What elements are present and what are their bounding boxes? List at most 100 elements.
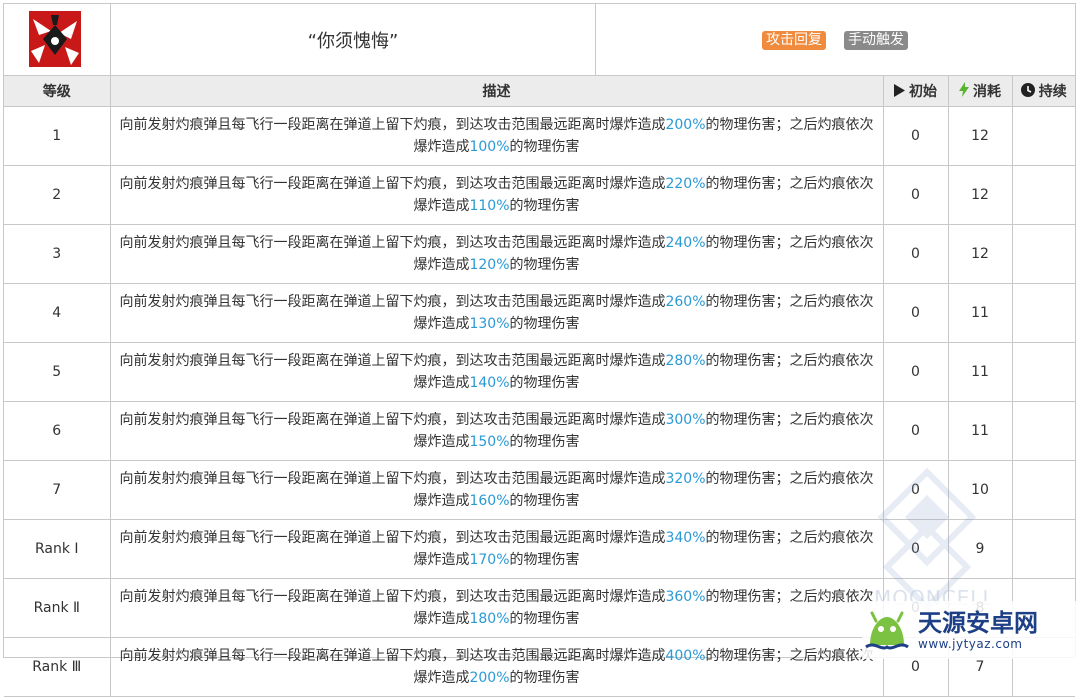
description-text: 向前发射灼痕弹且每飞行一段距离在弹道上留下灼痕，到达攻击范围最远距离时爆炸造成	[119, 471, 666, 487]
table-row: 2 向前发射灼痕弹且每飞行一段距离在弹道上留下灼痕，到达攻击范围最远距离时爆炸造成…	[4, 165, 1075, 225]
tag-attack-recovery: 攻击回复	[762, 31, 826, 50]
description-text: 的物理伤害	[509, 316, 580, 332]
header-description: 描述	[109, 76, 884, 107]
description-text: 的物理伤害	[509, 198, 580, 214]
initial-cell: 0	[882, 519, 949, 579]
table-row: 1 向前发射灼痕弹且每飞行一段距离在弹道上留下灼痕，到达攻击范围最远距离时爆炸造成…	[4, 106, 1075, 166]
description-text: 向前发射灼痕弹且每飞行一段距离在弹道上留下灼痕，到达攻击范围最远距离时爆炸造成	[119, 294, 666, 310]
brand-text: 天源安卓网 www.jytyaz.com	[918, 609, 1038, 651]
description-cell: 向前发射灼痕弹且每飞行一段距离在弹道上留下灼痕，到达攻击范围最远距离时爆炸造成3…	[109, 519, 884, 579]
followup-damage-percent: 100%	[469, 139, 510, 155]
followup-damage-percent: 180%	[469, 611, 510, 627]
initial-cell: 0	[882, 165, 949, 225]
description-text: 的物理伤害	[509, 434, 580, 450]
header-duration: 持续	[1011, 76, 1075, 107]
level-cell: Rank Ⅱ	[4, 578, 111, 638]
table-row: 3 向前发射灼痕弹且每飞行一段距离在弹道上留下灼痕，到达攻击范围最远距离时爆炸造成…	[4, 224, 1075, 284]
description-text: 的物理伤害	[509, 670, 580, 686]
duration-cell	[1011, 460, 1075, 520]
description-cell: 向前发射灼痕弹且每飞行一段距离在弹道上留下灼痕，到达攻击范围最远距离时爆炸造成4…	[109, 637, 884, 697]
description-cell: 向前发射灼痕弹且每飞行一段距离在弹道上留下灼痕，到达攻击范围最远距离时爆炸造成2…	[109, 106, 884, 166]
header-cost-label: 消耗	[973, 84, 1001, 100]
initial-cell: 0	[882, 460, 949, 520]
followup-damage-percent: 140%	[469, 375, 510, 391]
cost-cell: 10	[947, 460, 1013, 520]
description-text: 向前发射灼痕弹且每飞行一段距离在弹道上留下灼痕，到达攻击范围最远距离时爆炸造成	[119, 117, 666, 133]
damage-percent: 280%	[665, 353, 706, 369]
damage-percent: 400%	[665, 648, 706, 664]
header-level: 等级	[4, 76, 111, 107]
damage-percent: 260%	[665, 294, 706, 310]
duration-cell	[1011, 224, 1075, 284]
damage-percent: 320%	[665, 471, 706, 487]
initial-cell: 0	[882, 342, 949, 402]
header-initial-label: 初始	[909, 84, 937, 100]
duration-cell	[1011, 283, 1075, 343]
header-cost: 消耗	[947, 76, 1013, 107]
description-cell: 向前发射灼痕弹且每飞行一段距离在弹道上留下灼痕，到达攻击范围最远距离时爆炸造成2…	[109, 165, 884, 225]
description-cell: 向前发射灼痕弹且每飞行一段距离在弹道上留下灼痕，到达攻击范围最远距离时爆炸造成2…	[109, 283, 884, 343]
tag-manual-trigger: 手动触发	[844, 31, 908, 50]
lightning-icon	[959, 82, 969, 97]
description-cell: 向前发射灼痕弹且每飞行一段距离在弹道上留下灼痕，到达攻击范围最远距离时爆炸造成3…	[109, 401, 884, 461]
description-cell: 向前发射灼痕弹且每飞行一段距离在弹道上留下灼痕，到达攻击范围最远距离时爆炸造成2…	[109, 224, 884, 284]
initial-cell: 0	[882, 224, 949, 284]
level-cell: Rank Ⅲ	[4, 637, 111, 697]
header-initial: 初始	[882, 76, 949, 107]
level-cell: 6	[4, 401, 111, 461]
damage-percent: 240%	[665, 235, 706, 251]
skill-icon	[29, 11, 81, 67]
brand-url: www.jytyaz.com	[918, 637, 1023, 651]
cost-cell: 12	[947, 165, 1013, 225]
followup-damage-percent: 150%	[469, 434, 510, 450]
duration-cell	[1011, 106, 1075, 166]
description-text: 向前发射灼痕弹且每飞行一段距离在弹道上留下灼痕，到达攻击范围最远距离时爆炸造成	[119, 353, 666, 369]
initial-cell: 0	[882, 283, 949, 343]
level-cell: 7	[4, 460, 111, 520]
description-text: 向前发射灼痕弹且每飞行一段距离在弹道上留下灼痕，到达攻击范围最远距离时爆炸造成	[119, 589, 666, 605]
header-duration-label: 持续	[1038, 84, 1067, 100]
table-row: 7 向前发射灼痕弹且每飞行一段距离在弹道上留下灼痕，到达攻击范围最远距离时爆炸造成…	[4, 460, 1075, 520]
description-cell: 向前发射灼痕弹且每飞行一段距离在弹道上留下灼痕，到达攻击范围最远距离时爆炸造成3…	[109, 460, 884, 520]
duration-cell	[1011, 165, 1075, 225]
followup-damage-percent: 110%	[469, 198, 510, 214]
description-text: 的物理伤害	[509, 552, 580, 568]
table-row: 6 向前发射灼痕弹且每飞行一段距离在弹道上留下灼痕，到达攻击范围最远距离时爆炸造成…	[4, 401, 1075, 461]
description-cell: 向前发射灼痕弹且每飞行一段距离在弹道上留下灼痕，到达攻击范围最远距离时爆炸造成2…	[109, 342, 884, 402]
description-text: 的物理伤害	[509, 139, 580, 155]
damage-percent: 220%	[665, 176, 706, 192]
android-logo-icon	[865, 611, 909, 650]
description-text: 的物理伤害	[509, 493, 580, 509]
table-row: 4 向前发射灼痕弹且每飞行一段距离在弹道上留下灼痕，到达攻击范围最远距离时爆炸造成…	[4, 283, 1075, 343]
skill-tags: 攻击回复 手动触发	[596, 4, 1075, 75]
followup-damage-percent: 130%	[469, 316, 510, 332]
brand-name: 天源安卓网	[918, 609, 1038, 637]
site-brand[interactable]: 天源安卓网 www.jytyaz.com	[862, 601, 1076, 659]
damage-percent: 300%	[665, 412, 706, 428]
followup-damage-percent: 120%	[469, 257, 510, 273]
cost-cell: 11	[947, 401, 1013, 461]
duration-cell	[1011, 342, 1075, 402]
level-cell: 5	[4, 342, 111, 402]
skill-icon-cell	[4, 4, 111, 75]
cost-cell: 11	[947, 342, 1013, 402]
initial-cell: 0	[882, 401, 949, 461]
level-cell: 4	[4, 283, 111, 343]
followup-damage-percent: 160%	[469, 493, 510, 509]
description-text: 的物理伤害	[509, 375, 580, 391]
duration-cell	[1011, 401, 1075, 461]
skill-table-container: “你须愧悔” 攻击回复 手动触发 等级 描述 初始 消耗 持续 1 向前发射灼痕…	[3, 3, 1076, 697]
level-cell: 1	[4, 106, 111, 166]
cost-cell: 11	[947, 283, 1013, 343]
duration-cell	[1011, 519, 1075, 579]
description-text: 向前发射灼痕弹且每飞行一段距离在弹道上留下灼痕，到达攻击范围最远距离时爆炸造成	[119, 648, 666, 664]
damage-percent: 340%	[665, 530, 706, 546]
initial-cell: 0	[882, 106, 949, 166]
description-text: 的物理伤害	[509, 257, 580, 273]
followup-damage-percent: 170%	[469, 552, 510, 568]
skill-header: “你须愧悔” 攻击回复 手动触发	[4, 4, 1075, 76]
description-text: 向前发射灼痕弹且每飞行一段距离在弹道上留下灼痕，到达攻击范围最远距离时爆炸造成	[119, 235, 666, 251]
damage-percent: 360%	[665, 589, 706, 605]
level-cell: 3	[4, 224, 111, 284]
table-row: Rank Ⅰ 向前发射灼痕弹且每飞行一段距离在弹道上留下灼痕，到达攻击范围最远距离…	[4, 519, 1075, 579]
